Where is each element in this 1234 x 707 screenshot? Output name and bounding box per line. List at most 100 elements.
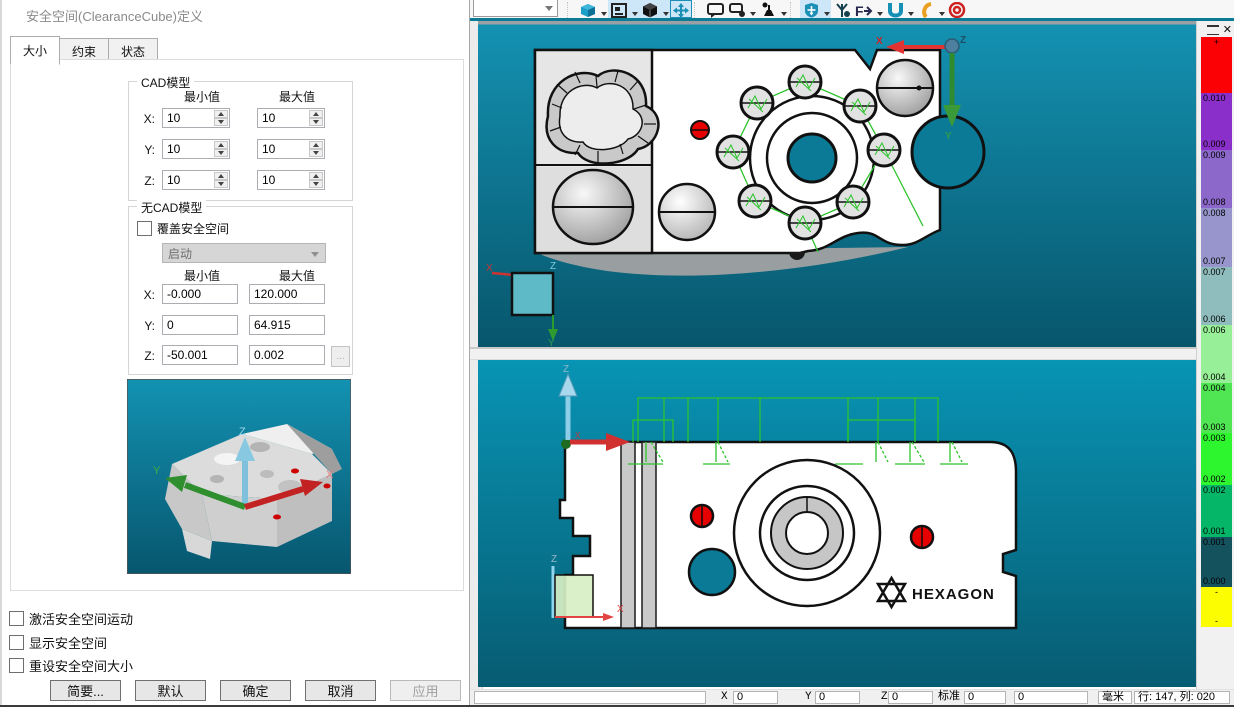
- cad-cube-icon[interactable]: [577, 0, 599, 18]
- probe-icon[interactable]: [757, 0, 779, 18]
- dropdown-arrow-icon[interactable]: [630, 0, 639, 18]
- nocad-z-min-field[interactable]: -50.001: [162, 345, 238, 365]
- cancel-button[interactable]: 取消: [305, 680, 376, 701]
- cad-x-min-spinner[interactable]: 10: [162, 108, 230, 128]
- tab-size[interactable]: 大小: [10, 36, 60, 65]
- dropdown-arrow-icon[interactable]: [599, 0, 608, 18]
- spinner-down-icon[interactable]: [214, 149, 228, 157]
- spinner-up-icon[interactable]: [214, 141, 228, 149]
- probe-comment-icon[interactable]: [726, 0, 748, 18]
- default-button[interactable]: 默认: [135, 680, 206, 701]
- u-profile-icon[interactable]: [884, 0, 906, 18]
- dropdown-arrow-icon[interactable]: [822, 0, 831, 18]
- hexagon-logo-text: HEXAGON: [912, 586, 995, 603]
- target-icon[interactable]: [946, 0, 968, 18]
- spinner-up-icon[interactable]: [309, 172, 323, 180]
- no-cad-model-group: 无CAD模型 覆盖安全空间 启动 最小值 最大值 X: -0.000 120.0…: [128, 206, 353, 375]
- toolbar-combobox[interactable]: [473, 0, 558, 17]
- feature-nav-icon[interactable]: F: [853, 0, 875, 18]
- pan-view-icon[interactable]: [670, 0, 692, 18]
- dropdown-arrow-icon[interactable]: [937, 0, 946, 18]
- reset-clearance-size-checkbox[interactable]: [9, 658, 24, 673]
- cad-y-min-spinner[interactable]: 10: [162, 139, 230, 159]
- scale-close-icon[interactable]: ✕: [1223, 25, 1232, 35]
- clearance-mode-dropdown[interactable]: 启动: [162, 243, 326, 263]
- cad-model-group: CAD模型 最小值 最大值 X: 10 10 Y: 10 1: [128, 81, 353, 201]
- cube-z-axis-label: Z: [551, 554, 557, 565]
- view-setup-icon[interactable]: [608, 0, 630, 18]
- nocad-x-min-field[interactable]: -0.000: [162, 284, 238, 304]
- dropdown-arrow-icon[interactable]: [748, 0, 757, 18]
- status-std-value: 0: [964, 691, 1006, 704]
- status-z-value: 0: [888, 691, 933, 704]
- scale-band: 0.0100.009: [1201, 93, 1232, 150]
- status-y-label: Y: [805, 692, 812, 703]
- tab-panel-size: CAD模型 最小值 最大值 X: 10 10 Y: 10 1: [10, 59, 464, 591]
- cube-y-axis-label: Y: [548, 338, 555, 347]
- dimension-color-scale: ✕ +0.0100.0090.0090.0080.0080.0070.0070.…: [1196, 21, 1234, 689]
- scale-band: --: [1201, 587, 1232, 627]
- cad-y-label: Y:: [137, 143, 155, 157]
- front-view-x-axis-label: X: [575, 431, 581, 440]
- status-x-label: X: [721, 692, 728, 703]
- brief-button[interactable]: 简要...: [50, 680, 121, 701]
- status-message-cell: [474, 691, 706, 704]
- viewport-splitter[interactable]: [470, 347, 1196, 360]
- status-caret-position: 行: 147, 列: 020: [1134, 691, 1230, 704]
- cube-z-axis-label: Z: [550, 261, 556, 272]
- nocad-z-label: Z:: [137, 349, 155, 363]
- cad-x-max-spinner[interactable]: 10: [257, 108, 325, 128]
- clearance-cube-preview: Z Y X: [127, 379, 351, 574]
- scale-band: +: [1201, 37, 1232, 93]
- spinner-up-icon[interactable]: [214, 172, 228, 180]
- spinner-down-icon[interactable]: [214, 118, 228, 126]
- nocad-y-max-field[interactable]: 64.915: [249, 315, 325, 335]
- cad-z-min-spinner[interactable]: 10: [162, 170, 230, 190]
- status-bar: X 0 Y 0 Z 0 标准 0 0 毫米 行: 147, 列: 020: [470, 689, 1234, 706]
- arc-segment-icon[interactable]: [915, 0, 937, 18]
- dropdown-arrow-icon[interactable]: [875, 0, 884, 18]
- dropdown-arrow-icon[interactable]: [906, 0, 915, 18]
- spinner-down-icon[interactable]: [309, 180, 323, 188]
- cad-z-max-spinner[interactable]: 10: [257, 170, 325, 190]
- top-view-x-axis-label: X: [876, 36, 883, 47]
- spinner-down-icon[interactable]: [214, 180, 228, 188]
- comment-icon[interactable]: [704, 0, 726, 18]
- cube-x-axis-label: X: [617, 604, 624, 615]
- chevron-down-icon: [311, 252, 319, 257]
- graphics-view-front[interactable]: HEXAGON Z X Z X: [478, 360, 1196, 687]
- graphics-view-top[interactable]: X Z Y X Z Y: [478, 21, 1196, 347]
- spinner-down-icon[interactable]: [309, 149, 323, 157]
- browse-button[interactable]: ...: [331, 346, 350, 367]
- path-settings-icon[interactable]: [831, 0, 853, 18]
- nocad-z-max-field[interactable]: 0.002: [249, 345, 325, 365]
- nocad-x-max-field[interactable]: 120.000: [249, 284, 325, 304]
- dropdown-arrow-icon[interactable]: [779, 0, 788, 18]
- cad-y-max-spinner[interactable]: 10: [257, 139, 325, 159]
- scale-band: 0.0080.007: [1201, 208, 1232, 267]
- ok-button[interactable]: 确定: [220, 680, 291, 701]
- spinner-up-icon[interactable]: [309, 110, 323, 118]
- spinner-down-icon[interactable]: [309, 118, 323, 126]
- scale-band: 0.0030.002: [1201, 433, 1232, 485]
- status-z-label: Z: [881, 692, 888, 703]
- dropdown-arrow-icon[interactable]: [661, 0, 670, 18]
- cube-x-axis-label: X: [486, 263, 493, 274]
- show-clearance-row: 显示安全空间: [9, 633, 107, 652]
- activate-clearance-motion-checkbox[interactable]: [9, 611, 24, 626]
- spinner-up-icon[interactable]: [309, 141, 323, 149]
- min-column-header: 最小值: [167, 88, 237, 105]
- scale-band: 0.0060.004: [1201, 325, 1232, 383]
- solid-cube-icon[interactable]: [639, 0, 661, 18]
- status-x-value: 0: [733, 691, 778, 704]
- show-clearance-checkbox[interactable]: [9, 635, 24, 650]
- cad-x-label: X:: [137, 112, 155, 126]
- show-clearance-label: 显示安全空间: [29, 633, 107, 652]
- nocad-y-min-field[interactable]: 0: [162, 315, 238, 335]
- spinner-up-icon[interactable]: [214, 110, 228, 118]
- scale-grip-icon[interactable]: [1207, 25, 1219, 35]
- scale-band: 0.0070.006: [1201, 267, 1232, 325]
- toolbar-separator: [567, 2, 575, 18]
- override-clearance-checkbox[interactable]: [137, 221, 152, 236]
- clearance-shield-icon[interactable]: [800, 0, 822, 18]
